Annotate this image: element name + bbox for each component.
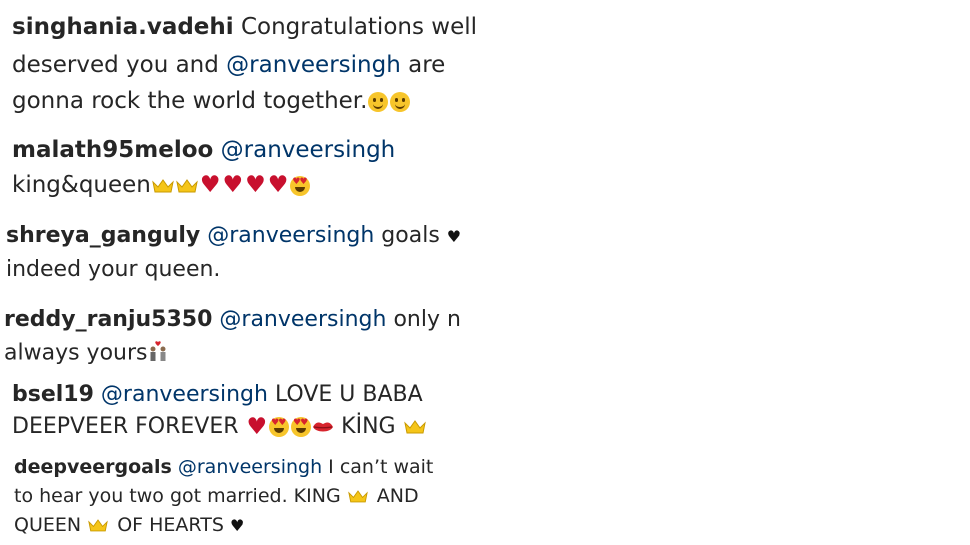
comment-text: to hear you two got married. KING	[14, 485, 341, 507]
comment-text: AND	[376, 485, 419, 507]
mention-link[interactable]: @ranveersingh	[221, 137, 396, 163]
mention-link[interactable]: @ranveersingh	[207, 223, 374, 248]
comment-username[interactable]: reddy_ranju5350	[4, 307, 212, 332]
red-heart-icon: ♥	[245, 172, 266, 198]
comment-text: I can’t wait	[328, 456, 434, 478]
black-heart-icon: ♥	[446, 226, 462, 246]
comment-username[interactable]: singhania.vadehi	[12, 14, 234, 40]
comment-text: are	[408, 52, 446, 78]
comment-line: singhania.vadehi Congratulations well	[12, 14, 477, 40]
mention-link[interactable]: @ranveersingh	[101, 382, 268, 407]
crown-icon	[347, 489, 370, 504]
smiling-face-icon	[390, 91, 411, 112]
comment-line: always yours	[4, 340, 169, 367]
couple-with-heart-icon	[147, 340, 169, 367]
comment-text: gonna rock the world together.	[12, 88, 368, 114]
red-heart-icon: ♥	[267, 172, 289, 198]
heart-eyes-icon	[290, 175, 311, 196]
red-heart-icon: ♥	[246, 413, 268, 440]
comment-text: DEEPVEER FOREVER	[12, 414, 239, 439]
comment-line: indeed your queen.	[6, 257, 220, 282]
comment-line: shreya_ganguly @ranveersingh goals ♥	[6, 223, 461, 248]
red-heart-icon: ♥	[199, 172, 221, 198]
smiling-face-icon	[368, 91, 389, 112]
comment-text: LOVE U BABA	[274, 382, 423, 407]
comment-text: OF HEARTS	[117, 514, 224, 536]
comment-line: to hear you two got married. KING AND	[14, 485, 419, 507]
comment-username[interactable]: malath95meloo	[12, 137, 213, 163]
comment-line: deserved you and @ranveersingh are	[12, 52, 445, 78]
comment-text: QUEEN	[14, 514, 82, 536]
crown-icon	[403, 420, 426, 434]
crown-icon	[152, 178, 174, 193]
comment-line: king&queen ♥♥♥♥	[12, 172, 311, 198]
mention-link[interactable]: @ranveersingh	[219, 307, 386, 332]
comment-text: indeed your queen.	[6, 257, 221, 282]
comment-line: QUEEN OF HEARTS ♥	[14, 514, 244, 536]
comment-text: only n	[393, 307, 461, 332]
comment-username[interactable]: deepveergoals	[14, 456, 172, 478]
comment-username[interactable]: shreya_ganguly	[6, 223, 200, 248]
comment-line: DEEPVEER FOREVER ♥ KİNG	[12, 414, 427, 439]
comment-text: always yours	[4, 340, 148, 366]
red-heart-icon: ♥	[222, 172, 244, 198]
heart-eyes-icon	[269, 417, 290, 437]
kiss-lips-icon	[312, 415, 334, 439]
mention-link[interactable]: @ranveersingh	[226, 52, 401, 78]
comment-text: king&queen	[12, 172, 151, 198]
comment-text: KİNG	[341, 414, 396, 439]
comment-line: bsel19 @ranveersingh LOVE U BABA	[12, 382, 423, 407]
comment-text: goals	[381, 223, 440, 248]
crown-icon	[88, 518, 110, 533]
comment-line: deepveergoals @ranveersingh I can’t wait	[14, 456, 433, 478]
mention-link[interactable]: @ranveersingh	[178, 456, 322, 478]
comment-line: malath95meloo @ranveersingh	[12, 137, 395, 163]
comment-text: deserved you and	[12, 52, 219, 78]
heart-eyes-icon	[291, 417, 312, 437]
comment-text: Congratulations well	[240, 14, 477, 40]
crown-icon	[176, 178, 198, 193]
comment-line: reddy_ranju5350 @ranveersingh only n	[4, 307, 461, 332]
comment-line: gonna rock the world together.	[12, 88, 411, 114]
comment-username[interactable]: bsel19	[12, 382, 94, 407]
black-heart-icon: ♥	[229, 516, 245, 535]
